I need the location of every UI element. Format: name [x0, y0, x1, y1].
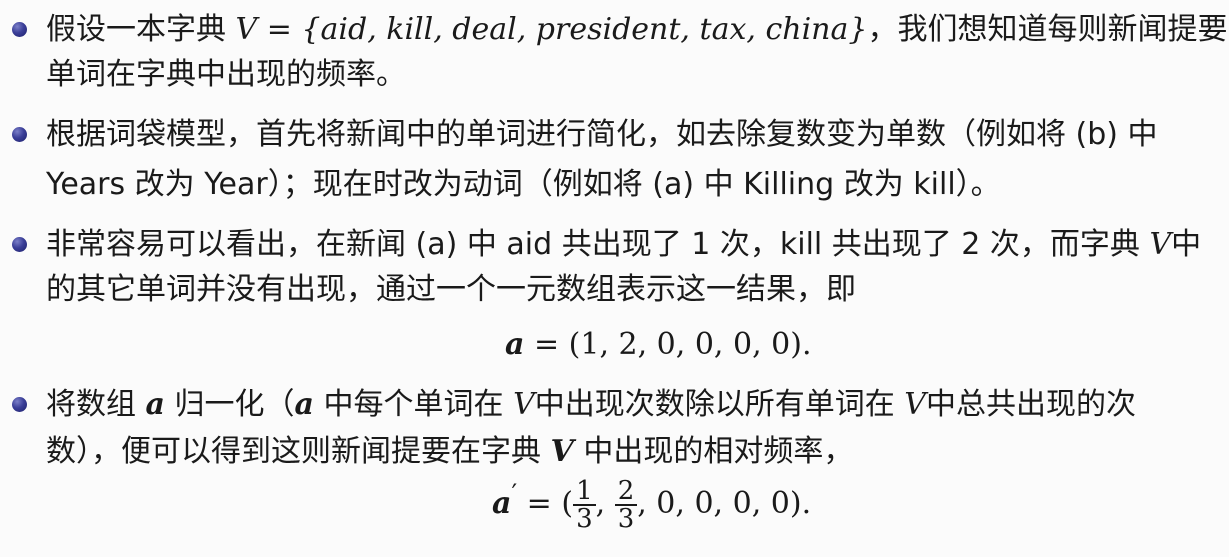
item3-text-post: 中 [1171, 227, 1202, 262]
comma: , [595, 486, 615, 521]
item4-text-f: 数），便可以得到这则新闻提要在字典 [46, 434, 551, 469]
formula-a: a = (1, 2, 0, 0, 0, 0). [505, 327, 812, 362]
item1-line1: 假设一本字典 V = {aid, kill, deal, president, … [46, 10, 1229, 50]
item4-text-b: 归一化（ [165, 387, 295, 422]
dictionary-symbol: V [1149, 227, 1172, 262]
vector-a-symbol: a [145, 387, 165, 422]
dictionary-symbol: V [513, 387, 535, 422]
item2-line1: 根据词袋模型，首先将新闻中的单词进行简化，如去除复数变为单数（例如将 (b) 中 [46, 117, 1158, 152]
item3-text-pre: 非常容易可以看出，在新闻 (a) 中 aid 共出现了 1 次，kill 共出现… [46, 227, 1150, 262]
item1-text-pre: 假设一本字典 [46, 12, 236, 47]
item3-line1: 非常容易可以看出，在新闻 (a) 中 aid 共出现了 1 次，kill 共出现… [46, 225, 1201, 265]
item1-line2: 单词在字典中出现的频率。 [46, 57, 406, 92]
formula-a-prime: a′ = (1 3, 23, 0, 0, 0, 0). [492, 478, 811, 532]
item1-text-post: ，我们想知道每则新闻提要中的 [867, 12, 1229, 47]
denominator: 3 [617, 504, 635, 534]
bullet-icon [12, 127, 27, 142]
formula-tail: , 0, 0, 0, 0). [637, 486, 812, 521]
item4-text-g: 中出现的相对频率， [573, 434, 854, 469]
item2-line2: Years 改为 Year）；现在时改为动词（例如将 (a) 中 Killing… [46, 167, 1001, 202]
bullet-icon [12, 397, 27, 412]
numerator: 2 [614, 478, 638, 506]
vector-a-symbol: a [294, 387, 314, 422]
bullet-icon [12, 237, 27, 252]
dictionary-symbol: V [904, 387, 926, 422]
item4-text-a: 将数组 [46, 387, 146, 422]
item4-line2: 数），便可以得到这则新闻提要在字典 V 中出现的相对频率， [46, 432, 853, 472]
item4-text-d: 中出现次数除以所有单词在 [534, 387, 905, 422]
slide: 假设一本字典 V = {aid, kill, deal, president, … [0, 0, 1229, 557]
fraction-one-third: 13 [573, 478, 596, 532]
vector-a-symbol: a [505, 327, 525, 362]
bullet-icon [12, 22, 27, 37]
vector-a-prime-symbol: a [492, 486, 512, 521]
fraction-two-thirds: 23 [614, 478, 638, 534]
item4-text-c: 中每个单词在 [314, 387, 514, 422]
numerator: 1 [573, 478, 596, 506]
denominator: 3 [576, 504, 593, 534]
vector-a-values: = (1, 2, 0, 0, 0, 0). [524, 327, 812, 362]
item4-text-e: 中总共出现的次 [925, 387, 1136, 422]
equals-open: = ( [517, 486, 574, 521]
item4-line1: 将数组 a 归一化（a 中每个单词在 V中出现次数除以所有单词在 V中总共出现的… [46, 385, 1136, 425]
dictionary-symbol-bold: V [550, 434, 574, 469]
item3-line2: 的其它单词并没有出现，通过一个一元数组表示这一结果，即 [46, 272, 856, 307]
dictionary-set: V = {aid, kill, deal, president, tax, ch… [235, 12, 868, 47]
